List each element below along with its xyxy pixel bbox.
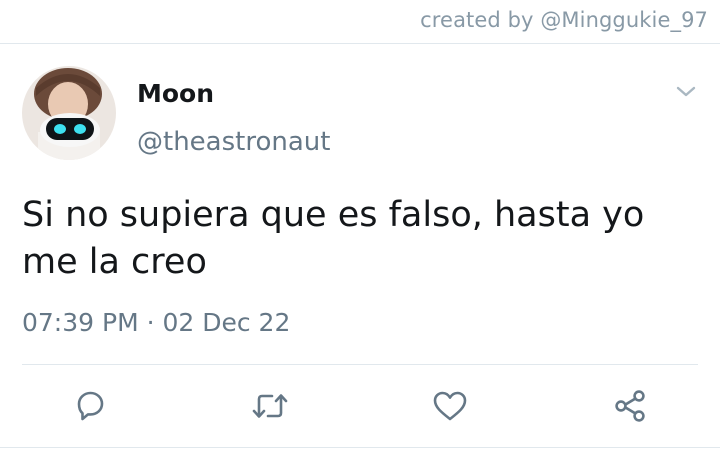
tweet-text-line: Si no supiera que es falso, hasta yo bbox=[22, 195, 645, 235]
retweet-button[interactable] bbox=[248, 384, 292, 428]
author-display-name[interactable]: Moon bbox=[137, 79, 214, 108]
tweet-actions-bar bbox=[0, 384, 720, 428]
like-button[interactable] bbox=[428, 384, 472, 428]
credit-text: created by @Minggukie_97 bbox=[420, 8, 708, 32]
credit-bar: created by @Minggukie_97 bbox=[0, 0, 720, 44]
tweet-menu-button[interactable] bbox=[674, 82, 698, 102]
author-handle[interactable]: @theastronaut bbox=[137, 127, 330, 157]
retweet-icon bbox=[252, 394, 288, 418]
avatar-photo-icon bbox=[22, 66, 116, 160]
share-button[interactable] bbox=[608, 384, 652, 428]
divider bbox=[22, 364, 698, 365]
share-icon bbox=[615, 390, 645, 422]
tweet-timestamp[interactable]: 07:39 PM · 02 Dec 22 bbox=[22, 308, 290, 337]
like-icon bbox=[433, 391, 467, 421]
reply-icon bbox=[77, 391, 104, 421]
chevron-down-icon bbox=[676, 86, 696, 97]
tweet-text: Si no supiera que es falso, hasta yo me … bbox=[22, 192, 702, 286]
tweet-text-line: me la creo bbox=[22, 242, 207, 282]
bottom-divider bbox=[0, 447, 720, 448]
avatar[interactable] bbox=[22, 66, 116, 160]
reply-button[interactable] bbox=[68, 384, 112, 428]
